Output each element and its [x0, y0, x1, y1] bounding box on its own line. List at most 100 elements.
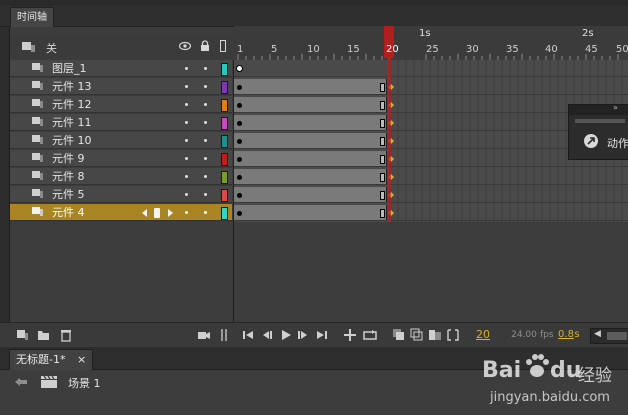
- outline-icon[interactable]: [220, 40, 227, 53]
- panel-divider[interactable]: [233, 60, 234, 322]
- actions-panel[interactable]: » 动作: [568, 103, 628, 160]
- divider-handle-icon[interactable]: [220, 328, 228, 342]
- watermark-url: jingyan.baidu.com: [490, 390, 610, 405]
- play-icon[interactable]: [280, 328, 292, 342]
- lock-dot[interactable]: [204, 157, 207, 160]
- frame-span[interactable]: [234, 79, 387, 94]
- frame-row[interactable]: [234, 78, 628, 95]
- layer-color-swatch[interactable]: [221, 189, 228, 202]
- frame-span[interactable]: [234, 115, 387, 130]
- scrollbar-thumb[interactable]: [607, 332, 627, 340]
- layer-row-selected[interactable]: 元件 4: [10, 204, 232, 221]
- keyframe[interactable]: [237, 175, 242, 180]
- current-frame-value[interactable]: 20: [476, 328, 490, 342]
- goto-last-icon[interactable]: [316, 328, 328, 342]
- layer-color-swatch[interactable]: [221, 81, 228, 94]
- keyframe[interactable]: [237, 157, 242, 162]
- visibility-dot[interactable]: [185, 175, 188, 178]
- layer-motion-arrows-icon[interactable]: [140, 207, 176, 219]
- scroll-left-icon[interactable]: ◀: [594, 329, 601, 339]
- lock-dot[interactable]: [204, 139, 207, 142]
- lock-dot[interactable]: [204, 121, 207, 124]
- layer-row[interactable]: 元件 13: [10, 78, 232, 95]
- keyframe[interactable]: [237, 193, 242, 198]
- layer-color-swatch[interactable]: [221, 153, 228, 166]
- frame-span[interactable]: [234, 205, 387, 220]
- layer-row[interactable]: 元件 5: [10, 186, 232, 203]
- visibility-dot[interactable]: [185, 67, 188, 70]
- delete-icon[interactable]: [59, 328, 73, 342]
- frame-span[interactable]: [234, 187, 387, 202]
- layer-color-swatch[interactable]: [221, 135, 228, 148]
- layer-name: 元件 11: [52, 116, 92, 129]
- lock-icon[interactable]: [200, 40, 210, 52]
- keyframe[interactable]: [237, 139, 242, 144]
- lock-dot[interactable]: [204, 85, 207, 88]
- layer-row[interactable]: 元件 11: [10, 114, 232, 131]
- layer-color-swatch[interactable]: [221, 207, 228, 220]
- visibility-dot[interactable]: [185, 211, 188, 214]
- keyframe[interactable]: [237, 85, 242, 90]
- frame-span[interactable]: [234, 151, 387, 166]
- layer-header-label: 关: [46, 42, 57, 55]
- layer-row[interactable]: 元件 9: [10, 150, 232, 167]
- keyframe[interactable]: [237, 211, 242, 216]
- keyframe[interactable]: [237, 121, 242, 126]
- close-icon[interactable]: ×: [77, 353, 86, 366]
- layer-color-swatch[interactable]: [221, 99, 228, 112]
- modify-markers-icon[interactable]: [446, 328, 460, 342]
- layer-color-swatch[interactable]: [221, 117, 228, 130]
- keyframe[interactable]: [237, 103, 242, 108]
- visibility-dot[interactable]: [185, 121, 188, 124]
- layer-color-swatch[interactable]: [221, 171, 228, 184]
- lock-dot[interactable]: [204, 103, 207, 106]
- lock-dot[interactable]: [204, 193, 207, 196]
- onion-outline-icon[interactable]: [410, 328, 424, 342]
- actions-panel-titlebar[interactable]: »: [569, 103, 628, 115]
- new-layer-icon[interactable]: [16, 328, 30, 342]
- goto-first-icon[interactable]: [242, 328, 254, 342]
- visibility-dot[interactable]: [185, 103, 188, 106]
- horizontal-scrollbar[interactable]: ◀: [590, 328, 628, 344]
- onion-skin-icon[interactable]: [392, 328, 406, 342]
- loop-icon[interactable]: [363, 328, 377, 342]
- back-arrow-icon[interactable]: [14, 377, 28, 387]
- frame-row[interactable]: [234, 168, 628, 185]
- scene-label[interactable]: 场景 1: [68, 375, 101, 391]
- edit-multiple-frames-icon[interactable]: [428, 328, 442, 342]
- frame-row[interactable]: [234, 60, 628, 77]
- document-tab[interactable]: 无标题-1* ×: [9, 349, 94, 370]
- step-forward-icon[interactable]: [297, 328, 309, 342]
- collapse-icon[interactable]: »: [613, 103, 618, 112]
- layer-row[interactable]: 元件 12: [10, 96, 232, 113]
- layer-row[interactable]: 元件 8: [10, 168, 232, 185]
- layer-row[interactable]: 图层_1: [10, 60, 232, 77]
- frame-ruler[interactable]: 1s 2s 1 5 10 15 25 30 35 40 45 50: [234, 26, 628, 60]
- frame-rate-value[interactable]: 24.00: [508, 328, 540, 342]
- eye-icon[interactable]: [179, 41, 191, 51]
- tab-timeline[interactable]: 时间轴: [10, 7, 54, 27]
- frame-span[interactable]: [234, 169, 387, 184]
- layers-folder-icon[interactable]: [22, 42, 36, 53]
- frame-row[interactable]: [234, 186, 628, 203]
- empty-keyframe[interactable]: [236, 65, 243, 72]
- elapsed-time-value[interactable]: 0.8: [558, 328, 574, 342]
- lock-dot[interactable]: [204, 175, 207, 178]
- visibility-dot[interactable]: [185, 139, 188, 142]
- lock-dot[interactable]: [204, 67, 207, 70]
- layer-icon: [32, 171, 43, 180]
- camera-icon[interactable]: [197, 328, 211, 342]
- visibility-dot[interactable]: [185, 85, 188, 88]
- span-end: [380, 101, 385, 110]
- lock-dot[interactable]: [204, 211, 207, 214]
- visibility-dot[interactable]: [185, 157, 188, 160]
- new-folder-icon[interactable]: [37, 328, 51, 342]
- visibility-dot[interactable]: [185, 193, 188, 196]
- layer-row[interactable]: 元件 10: [10, 132, 232, 149]
- frame-span[interactable]: [234, 97, 387, 112]
- center-frame-icon[interactable]: [343, 328, 357, 342]
- frame-row[interactable]: [234, 204, 628, 221]
- frame-span[interactable]: [234, 133, 387, 148]
- layer-color-swatch[interactable]: [221, 63, 228, 76]
- step-back-icon[interactable]: [261, 328, 273, 342]
